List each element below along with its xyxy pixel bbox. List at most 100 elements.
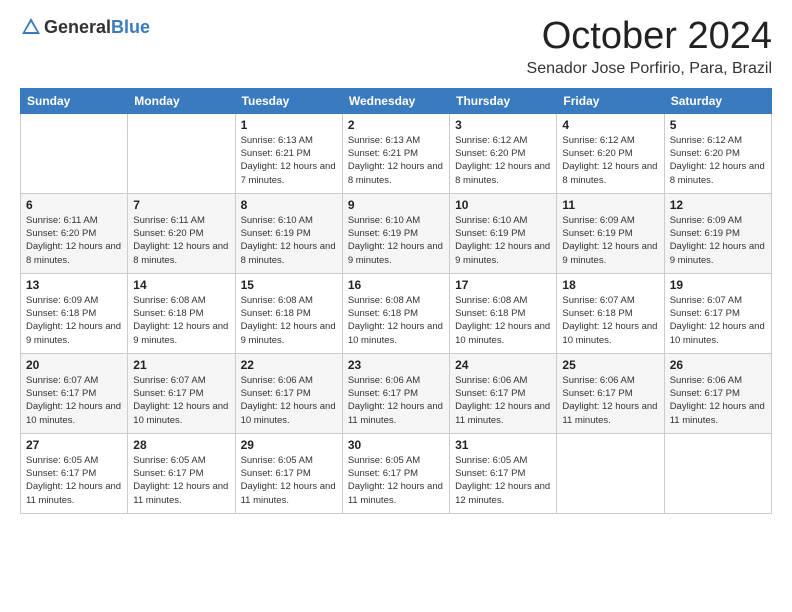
day-number: 12 <box>670 198 766 212</box>
day-info: Sunrise: 6:12 AMSunset: 6:20 PMDaylight:… <box>670 134 766 187</box>
calendar-week-5: 27 Sunrise: 6:05 AMSunset: 6:17 PMDayligh… <box>21 433 772 513</box>
calendar-cell: 6 Sunrise: 6:11 AMSunset: 6:20 PMDaylight… <box>21 193 128 273</box>
day-number: 2 <box>348 118 444 132</box>
day-info: Sunrise: 6:09 AMSunset: 6:19 PMDaylight:… <box>670 214 766 267</box>
calendar-cell: 20 Sunrise: 6:07 AMSunset: 6:17 PMDayligh… <box>21 353 128 433</box>
calendar-cell: 7 Sunrise: 6:11 AMSunset: 6:20 PMDaylight… <box>128 193 235 273</box>
page-header: GeneralBlue October 2024 Senador Jose Po… <box>20 16 772 78</box>
day-number: 10 <box>455 198 551 212</box>
calendar-cell: 31 Sunrise: 6:05 AMSunset: 6:17 PMDayligh… <box>450 433 557 513</box>
day-info: Sunrise: 6:06 AMSunset: 6:17 PMDaylight:… <box>455 374 551 427</box>
day-info: Sunrise: 6:07 AMSunset: 6:17 PMDaylight:… <box>670 294 766 347</box>
day-number: 6 <box>26 198 122 212</box>
location-title: Senador Jose Porfirio, Para, Brazil <box>527 60 772 78</box>
weekday-wednesday: Wednesday <box>342 88 449 113</box>
weekday-saturday: Saturday <box>664 88 771 113</box>
day-number: 8 <box>241 198 337 212</box>
logo-icon <box>20 16 42 38</box>
day-info: Sunrise: 6:08 AMSunset: 6:18 PMDaylight:… <box>133 294 229 347</box>
day-number: 4 <box>562 118 658 132</box>
day-number: 21 <box>133 358 229 372</box>
calendar-cell: 16 Sunrise: 6:08 AMSunset: 6:18 PMDayligh… <box>342 273 449 353</box>
day-number: 3 <box>455 118 551 132</box>
calendar-cell: 15 Sunrise: 6:08 AMSunset: 6:18 PMDayligh… <box>235 273 342 353</box>
logo-general-text: General <box>44 17 111 38</box>
day-info: Sunrise: 6:10 AMSunset: 6:19 PMDaylight:… <box>455 214 551 267</box>
day-info: Sunrise: 6:06 AMSunset: 6:17 PMDaylight:… <box>670 374 766 427</box>
day-number: 16 <box>348 278 444 292</box>
calendar-cell <box>128 113 235 193</box>
day-info: Sunrise: 6:08 AMSunset: 6:18 PMDaylight:… <box>455 294 551 347</box>
calendar-cell <box>557 433 664 513</box>
day-number: 17 <box>455 278 551 292</box>
calendar-cell: 24 Sunrise: 6:06 AMSunset: 6:17 PMDayligh… <box>450 353 557 433</box>
day-number: 20 <box>26 358 122 372</box>
day-number: 24 <box>455 358 551 372</box>
day-number: 23 <box>348 358 444 372</box>
day-number: 22 <box>241 358 337 372</box>
calendar-cell: 30Sunrise: 6:05 AMSunset: 6:17 PMDayligh… <box>342 433 449 513</box>
day-info: Sunrise: 6:07 AMSunset: 6:17 PMDaylight:… <box>133 374 229 427</box>
day-info: Sunrise: 6:06 AMSunset: 6:17 PMDaylight:… <box>348 374 444 427</box>
calendar-cell: 5 Sunrise: 6:12 AMSunset: 6:20 PMDaylight… <box>664 113 771 193</box>
day-info: Sunrise: 6:07 AMSunset: 6:17 PMDaylight:… <box>26 374 122 427</box>
day-number: 15 <box>241 278 337 292</box>
calendar-week-2: 6 Sunrise: 6:11 AMSunset: 6:20 PMDaylight… <box>21 193 772 273</box>
day-info: Sunrise: 6:05 AMSunset: 6:17 PMDaylight:… <box>241 454 337 507</box>
day-info: Sunrise: 6:05 AMSunset: 6:17 PMDaylight:… <box>26 454 122 507</box>
calendar-cell <box>664 433 771 513</box>
calendar-week-4: 20 Sunrise: 6:07 AMSunset: 6:17 PMDayligh… <box>21 353 772 433</box>
calendar-cell: 11 Sunrise: 6:09 AMSunset: 6:19 PMDayligh… <box>557 193 664 273</box>
day-info: Sunrise: 6:05 AMSunset: 6:17 PMDaylight:… <box>133 454 229 507</box>
day-info: Sunrise: 6:13 AMSunset: 6:21 PMDaylight:… <box>241 134 337 187</box>
weekday-thursday: Thursday <box>450 88 557 113</box>
day-info: Sunrise: 6:12 AMSunset: 6:20 PMDaylight:… <box>562 134 658 187</box>
weekday-friday: Friday <box>557 88 664 113</box>
calendar-cell: 14Sunrise: 6:08 AMSunset: 6:18 PMDayligh… <box>128 273 235 353</box>
calendar-cell: 13 Sunrise: 6:09 AMSunset: 6:18 PMDayligh… <box>21 273 128 353</box>
calendar-cell: 22 Sunrise: 6:06 AMSunset: 6:17 PMDayligh… <box>235 353 342 433</box>
weekday-header-row: SundayMondayTuesdayWednesdayThursdayFrid… <box>21 88 772 113</box>
day-info: Sunrise: 6:05 AMSunset: 6:17 PMDaylight:… <box>455 454 551 507</box>
calendar-cell: 17 Sunrise: 6:08 AMSunset: 6:18 PMDayligh… <box>450 273 557 353</box>
day-info: Sunrise: 6:11 AMSunset: 6:20 PMDaylight:… <box>133 214 229 267</box>
day-info: Sunrise: 6:11 AMSunset: 6:20 PMDaylight:… <box>26 214 122 267</box>
weekday-monday: Monday <box>128 88 235 113</box>
calendar-cell: 2Sunrise: 6:13 AMSunset: 6:21 PMDaylight… <box>342 113 449 193</box>
weekday-sunday: Sunday <box>21 88 128 113</box>
calendar-table: SundayMondayTuesdayWednesdayThursdayFrid… <box>20 88 772 514</box>
day-number: 5 <box>670 118 766 132</box>
calendar-body: 1 Sunrise: 6:13 AMSunset: 6:21 PMDaylight… <box>21 113 772 513</box>
calendar-cell: 25Sunrise: 6:06 AMSunset: 6:17 PMDayligh… <box>557 353 664 433</box>
calendar-cell: 19 Sunrise: 6:07 AMSunset: 6:17 PMDayligh… <box>664 273 771 353</box>
day-number: 19 <box>670 278 766 292</box>
calendar-cell: 26 Sunrise: 6:06 AMSunset: 6:17 PMDayligh… <box>664 353 771 433</box>
day-number: 11 <box>562 198 658 212</box>
day-number: 29 <box>241 438 337 452</box>
day-info: Sunrise: 6:09 AMSunset: 6:19 PMDaylight:… <box>562 214 658 267</box>
calendar-cell: 8Sunrise: 6:10 AMSunset: 6:19 PMDaylight… <box>235 193 342 273</box>
day-info: Sunrise: 6:10 AMSunset: 6:19 PMDaylight:… <box>348 214 444 267</box>
day-number: 27 <box>26 438 122 452</box>
calendar-cell <box>21 113 128 193</box>
day-number: 18 <box>562 278 658 292</box>
day-info: Sunrise: 6:08 AMSunset: 6:18 PMDaylight:… <box>348 294 444 347</box>
day-number: 31 <box>455 438 551 452</box>
day-number: 7 <box>133 198 229 212</box>
calendar-cell: 21 Sunrise: 6:07 AMSunset: 6:17 PMDayligh… <box>128 353 235 433</box>
day-info: Sunrise: 6:08 AMSunset: 6:18 PMDaylight:… <box>241 294 337 347</box>
calendar-cell: 9 Sunrise: 6:10 AMSunset: 6:19 PMDaylight… <box>342 193 449 273</box>
calendar-cell: 4 Sunrise: 6:12 AMSunset: 6:20 PMDaylight… <box>557 113 664 193</box>
day-info: Sunrise: 6:09 AMSunset: 6:18 PMDaylight:… <box>26 294 122 347</box>
calendar-cell: 27 Sunrise: 6:05 AMSunset: 6:17 PMDayligh… <box>21 433 128 513</box>
logo: GeneralBlue <box>20 16 150 38</box>
day-number: 26 <box>670 358 766 372</box>
logo-blue-text: Blue <box>111 17 150 38</box>
day-number: 13 <box>26 278 122 292</box>
month-title: October 2024 <box>527 16 772 58</box>
day-number: 1 <box>241 118 337 132</box>
day-info: Sunrise: 6:06 AMSunset: 6:17 PMDaylight:… <box>241 374 337 427</box>
day-number: 9 <box>348 198 444 212</box>
calendar-cell: 18Sunrise: 6:07 AMSunset: 6:18 PMDayligh… <box>557 273 664 353</box>
calendar-cell: 10 Sunrise: 6:10 AMSunset: 6:19 PMDayligh… <box>450 193 557 273</box>
